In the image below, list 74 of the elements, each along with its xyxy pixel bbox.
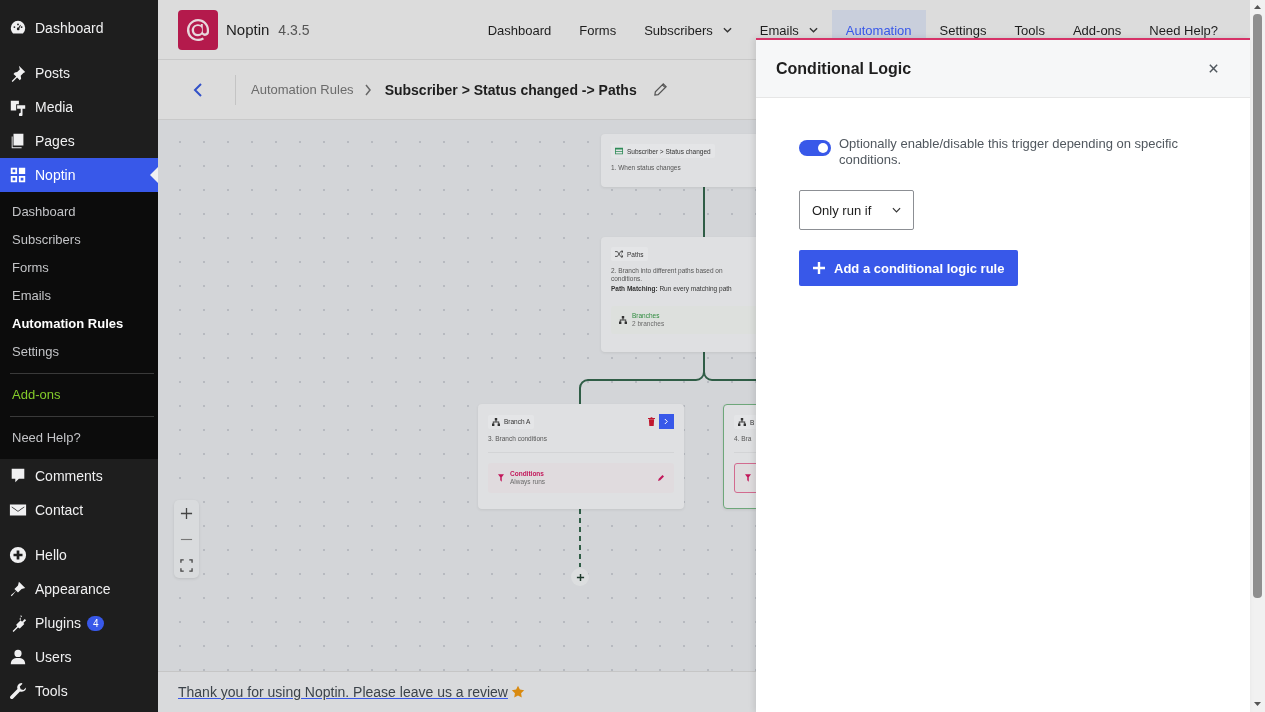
submenu-item[interactable]: Automation Rules	[0, 310, 158, 338]
wrench-icon	[9, 682, 27, 700]
sitemap-icon	[738, 418, 746, 426]
star-icon	[510, 685, 525, 699]
sidebar-menu-item[interactable]: Noptin	[0, 158, 158, 192]
zoom-in-icon[interactable]	[180, 506, 193, 520]
nav-tab[interactable]: Dashboard	[473, 10, 566, 42]
submenu-item[interactable]: Emails	[0, 282, 158, 310]
caret-icon	[892, 207, 901, 213]
sidebar-menu-item[interactable]: Tools	[0, 674, 158, 708]
sidebar-menu-item[interactable]: Contact	[0, 493, 158, 527]
sidebar-menu-item[interactable]: Users	[0, 640, 158, 674]
sidebar-menu-item[interactable]: Comments	[0, 459, 158, 493]
submenu-item[interactable]: Settings	[0, 338, 158, 366]
sidebar-menu-item[interactable]: Pages	[0, 124, 158, 158]
back-chevron-icon[interactable]	[193, 81, 203, 98]
count-badge: 4	[86, 615, 105, 631]
sitemap-icon	[492, 417, 500, 426]
connector-line	[579, 508, 581, 568]
close-icon[interactable]	[1208, 63, 1219, 74]
sidebar-menu-item[interactable]: Appearance	[0, 572, 158, 606]
nav-tab[interactable]: Forms	[565, 10, 631, 42]
nav-tab[interactable]: Settings	[925, 10, 1001, 42]
panel-title: Conditional Logic	[776, 59, 912, 78]
submenu-item[interactable]: Subscribers	[0, 226, 158, 254]
funnel-icon	[498, 474, 504, 482]
chevron-icon	[363, 83, 372, 96]
pushpin-icon	[9, 64, 27, 82]
toggle-switch[interactable]	[799, 140, 831, 156]
add-step-button[interactable]	[571, 568, 589, 586]
nav-tab[interactable]: Add-ons	[1058, 10, 1136, 42]
submenu-item[interactable]: Forms	[0, 254, 158, 282]
caret-icon	[808, 27, 818, 33]
add-rule-button[interactable]: Add a conditional logic rule	[799, 250, 1019, 286]
plus-icon	[575, 572, 585, 582]
trash-icon[interactable]	[648, 417, 655, 426]
automation-title: Subscriber > Status changed -> Paths	[384, 81, 637, 98]
open-button[interactable]	[659, 414, 674, 429]
submenu-item[interactable]: Dashboard	[0, 198, 158, 226]
sidebar-menu-item[interactable]: Posts	[0, 56, 158, 90]
table-icon	[615, 147, 623, 155]
submenu-item[interactable]: Add-ons	[10, 381, 154, 409]
review-link[interactable]: Thank you for using Noptin. Please leave us a review	[178, 684, 508, 700]
nav-tab[interactable]: Tools	[1000, 10, 1059, 42]
pencil-icon[interactable]	[658, 475, 664, 481]
app-name: Noptin	[226, 21, 270, 38]
sitemap-icon	[619, 316, 627, 325]
funnel-icon	[745, 474, 751, 482]
photo-note-icon	[9, 98, 27, 116]
scrollbar[interactable]	[1250, 0, 1265, 712]
sidebar-menu-item[interactable]: Hello	[0, 538, 158, 572]
condition-select[interactable]: Only run if	[799, 190, 914, 230]
pencil-icon[interactable]	[652, 82, 668, 97]
nav-tab[interactable]: Subscribers	[630, 10, 746, 42]
version-number: 4.3.5	[278, 21, 310, 38]
speech-bubble-icon	[9, 467, 27, 485]
shuffle-icon	[615, 250, 623, 258]
nav-tab[interactable]: Need Help?	[1135, 10, 1232, 42]
sidebar-menu-item[interactable]: Media	[0, 90, 158, 124]
toggle-label: Optionally enable/disable this trigger depending on specific conditions.	[839, 136, 1179, 168]
paintbrush-icon	[9, 580, 27, 598]
caret-icon	[722, 27, 732, 33]
chevron-icon	[664, 418, 669, 425]
fullscreen-icon[interactable]	[180, 558, 193, 572]
nav-tab[interactable]: Emails	[745, 10, 832, 42]
grid-icon	[9, 166, 27, 184]
sidebar-menu-item[interactable]: Dashboard	[0, 11, 158, 45]
sidebar-menu-item[interactable]: Plugins 4	[0, 606, 158, 640]
submenu-item[interactable]: Need Help?	[10, 424, 154, 452]
connector-line	[703, 186, 705, 238]
at-sign-logo	[178, 9, 218, 50]
user-icon	[9, 648, 27, 666]
breadcrumb-link[interactable]: Automation Rules	[251, 82, 354, 97]
plus-icon	[813, 262, 825, 274]
